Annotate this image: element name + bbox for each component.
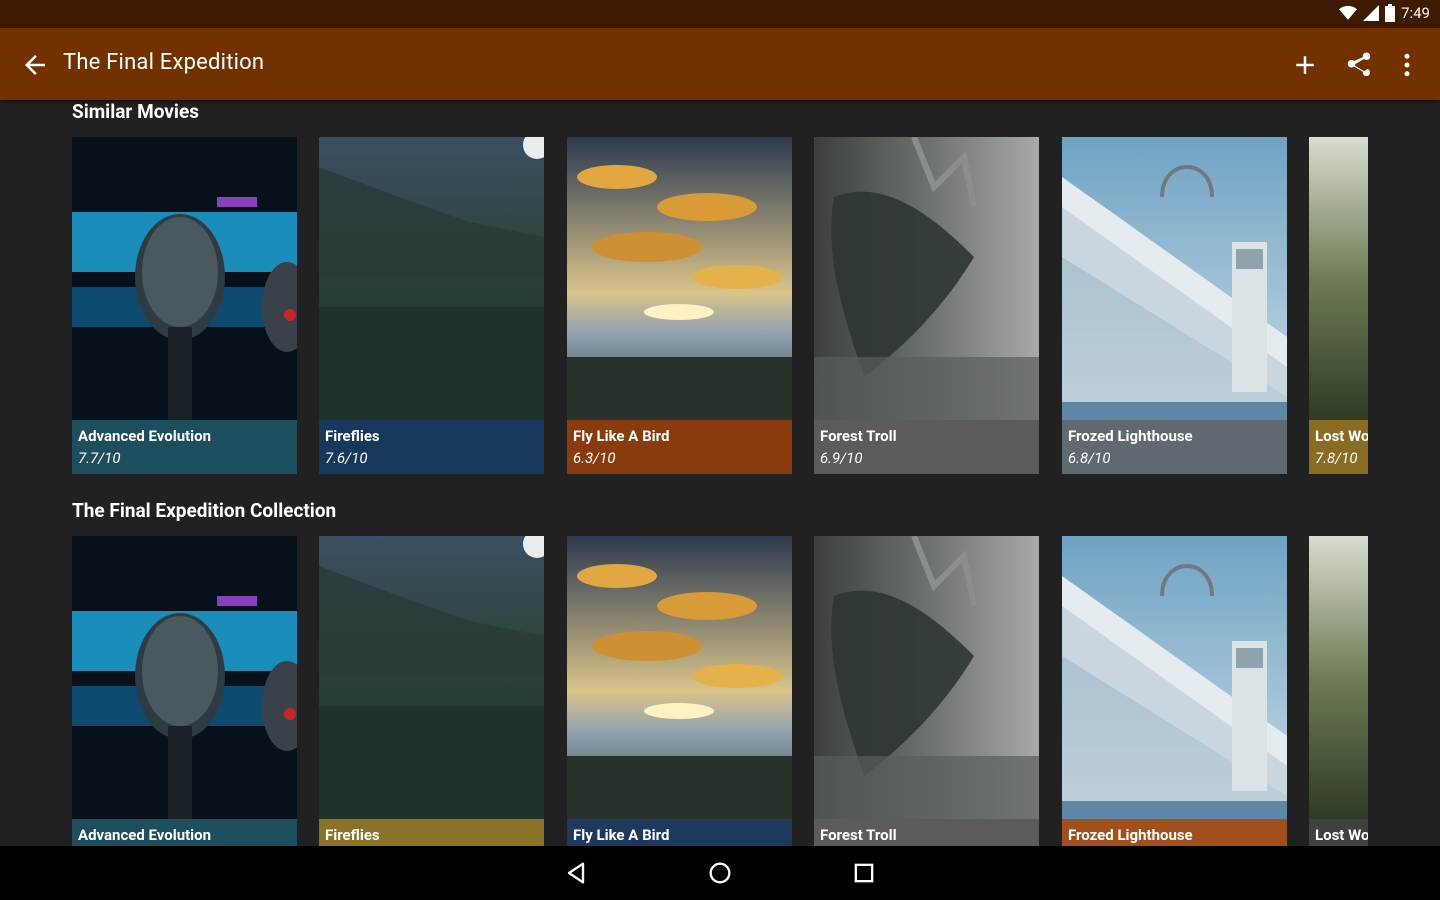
- content-area[interactable]: Similar Movies Advanced Evolution 7.7/10: [0, 100, 1440, 846]
- movie-caption: Lost Wo: [1309, 819, 1368, 846]
- movie-caption: Forest Troll 6.9/10: [814, 420, 1039, 474]
- collection-row[interactable]: Advanced Evolution Fireflies Fly Like A …: [72, 536, 1368, 846]
- battery-icon: [1385, 4, 1396, 22]
- back-button[interactable]: [20, 50, 50, 80]
- share-button[interactable]: [1344, 50, 1374, 80]
- movie-title: Frozed Lighthouse: [1068, 427, 1193, 445]
- movie-title: Advanced Evolution: [78, 427, 212, 445]
- movie-rating: 7.8/10: [1315, 449, 1358, 467]
- movie-caption: Fly Like A Bird 6.3/10: [567, 420, 792, 474]
- movie-caption: Forest Troll: [814, 819, 1039, 846]
- poster-image: [1309, 137, 1368, 420]
- movie-title: Advanced Evolution: [78, 826, 212, 844]
- plus-icon: [1296, 56, 1314, 74]
- poster-image: [814, 137, 1039, 420]
- movie-caption: Advanced Evolution: [72, 819, 297, 846]
- poster-image: [567, 536, 792, 819]
- movie-caption: Fireflies: [319, 819, 544, 846]
- movie-card[interactable]: Fireflies 7.6/10: [319, 137, 544, 474]
- circle-home-icon: [709, 862, 731, 884]
- movie-caption: Fly Like A Bird: [567, 819, 792, 846]
- more-options-button[interactable]: [1392, 50, 1422, 80]
- poster-image: [1062, 137, 1287, 420]
- movie-caption: Fireflies 7.6/10: [319, 420, 544, 474]
- nav-back-button[interactable]: [562, 859, 590, 887]
- arrow-left-icon: [25, 55, 45, 75]
- movie-title: Lost Wo: [1315, 427, 1368, 445]
- movie-card[interactable]: Fly Like A Bird: [567, 536, 792, 846]
- movie-rating: 6.3/10: [573, 449, 616, 467]
- movie-card[interactable]: Advanced Evolution: [72, 536, 297, 846]
- movie-title: Forest Troll: [820, 826, 897, 844]
- movie-card[interactable]: Frozed Lighthouse: [1062, 536, 1287, 846]
- movie-rating: 7.6/10: [325, 449, 368, 467]
- wifi-icon: [1339, 5, 1358, 20]
- movie-rating: 7.7/10: [78, 449, 121, 467]
- movie-title: Lost Wo: [1315, 826, 1368, 844]
- triangle-back-icon: [567, 862, 585, 884]
- poster-image: [72, 536, 297, 819]
- poster-image: [1062, 536, 1287, 819]
- movie-caption: Frozed Lighthouse: [1062, 819, 1287, 846]
- poster-image: [72, 137, 297, 420]
- movie-caption: Advanced Evolution 7.7/10: [72, 420, 297, 474]
- movie-title: Frozed Lighthouse: [1068, 826, 1193, 844]
- movie-caption: Lost Wo 7.8/10: [1309, 420, 1368, 474]
- add-button[interactable]: [1290, 50, 1320, 80]
- section-title: The Final Expedition Collection: [72, 499, 337, 522]
- status-bar: 7:49: [0, 0, 1440, 28]
- similar-movies-row[interactable]: Advanced Evolution 7.7/10 Fireflies 7.6/…: [72, 137, 1368, 477]
- poster-image: [319, 137, 544, 420]
- movie-card[interactable]: Fly Like A Bird 6.3/10: [567, 137, 792, 474]
- share-icon: [1347, 52, 1371, 77]
- signal-icon: [1363, 5, 1380, 21]
- nav-recents-button[interactable]: [850, 859, 878, 887]
- poster-image: [567, 137, 792, 420]
- nav-home-button[interactable]: [706, 859, 734, 887]
- movie-card[interactable]: Forest Troll: [814, 536, 1039, 846]
- section-title: Similar Movies: [72, 100, 199, 123]
- poster-image: [319, 536, 544, 819]
- movie-card[interactable]: Forest Troll 6.9/10: [814, 137, 1039, 474]
- poster-image: [814, 536, 1039, 819]
- movie-rating: 6.9/10: [820, 449, 863, 467]
- movie-card[interactable]: Lost Wo: [1309, 536, 1368, 846]
- square-recents-icon: [854, 863, 874, 883]
- movie-title: Fly Like A Bird: [573, 826, 670, 844]
- movie-card[interactable]: Advanced Evolution 7.7/10: [72, 137, 297, 474]
- movie-title: Fly Like A Bird: [573, 427, 670, 445]
- status-icons: 7:49: [1339, 4, 1430, 22]
- app-bar: The Final Expedition: [0, 28, 1440, 100]
- movie-card[interactable]: Lost Wo 7.8/10: [1309, 137, 1368, 474]
- movie-card[interactable]: Frozed Lighthouse 6.8/10: [1062, 137, 1287, 474]
- movie-title: Fireflies: [325, 826, 380, 844]
- more-vertical-icon: [1404, 53, 1410, 77]
- movie-title: Forest Troll: [820, 427, 897, 445]
- navigation-bar: [0, 846, 1440, 900]
- poster-image: [1309, 536, 1368, 819]
- movie-card[interactable]: Fireflies: [319, 536, 544, 846]
- clock: 7:49: [1401, 4, 1430, 22]
- page-title: The Final Expedition: [63, 50, 265, 75]
- movie-rating: 6.8/10: [1068, 449, 1111, 467]
- movie-caption: Frozed Lighthouse 6.8/10: [1062, 420, 1287, 474]
- movie-title: Fireflies: [325, 427, 380, 445]
